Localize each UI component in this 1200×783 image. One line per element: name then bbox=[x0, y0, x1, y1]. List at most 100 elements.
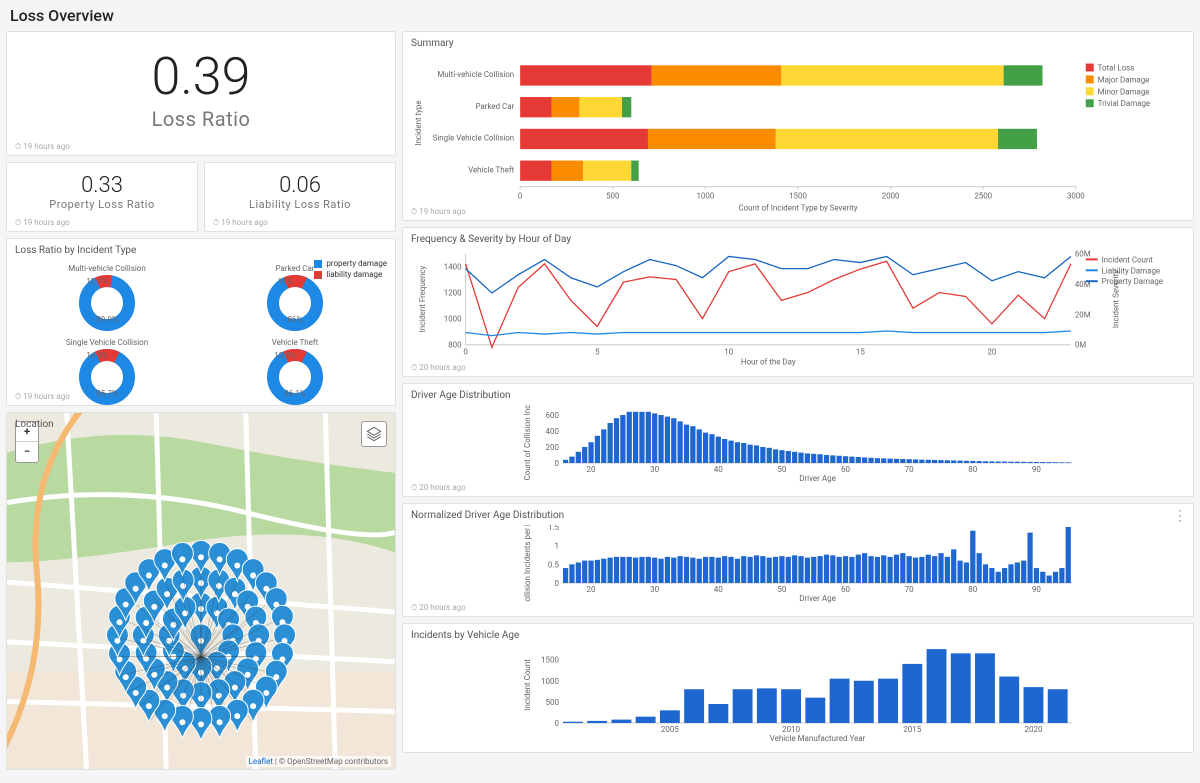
donut-legend: property damage liability damage bbox=[314, 259, 387, 281]
svg-text:86.1%: 86.1% bbox=[284, 389, 306, 398]
svg-text:10: 10 bbox=[724, 348, 733, 357]
timestamp: ⏱ 19 hours ago bbox=[15, 392, 70, 402]
svg-text:40: 40 bbox=[714, 465, 723, 474]
donut-vehicle-theft: Vehicle Theft13.9%86.1% bbox=[203, 338, 387, 408]
svg-text:2015: 2015 bbox=[903, 725, 921, 734]
svg-text:80: 80 bbox=[968, 465, 977, 474]
summary-chart-card: Summary Multi-vehicle Collision Parked Ca… bbox=[402, 31, 1194, 221]
svg-text:85.7%: 85.7% bbox=[96, 389, 118, 398]
svg-text:Driver Age: Driver Age bbox=[799, 594, 836, 603]
svg-text:70: 70 bbox=[905, 585, 914, 594]
norm-driver-age-card: Normalized Driver Age Distribution ⋮ 00.… bbox=[402, 503, 1194, 617]
svg-text:0: 0 bbox=[555, 579, 560, 588]
svg-text:30: 30 bbox=[650, 585, 659, 594]
location-card[interactable]: Location + − Leaflet | © OpenStreetMap c… bbox=[6, 412, 396, 770]
kpi-property-card: 0.33 Property Loss Ratio ⏱ 19 hours ago bbox=[6, 162, 198, 232]
svg-text:40: 40 bbox=[714, 585, 723, 594]
timestamp: ⏱ 19 hours ago bbox=[411, 207, 466, 217]
svg-text:70: 70 bbox=[905, 465, 914, 474]
vehicle-age-card: Incidents by Vehicle Age 0 500 1000 1500 200… bbox=[402, 623, 1194, 753]
svg-text:60: 60 bbox=[841, 585, 850, 594]
kpi-loss-ratio-label: Loss Ratio bbox=[7, 107, 395, 131]
svg-text:20: 20 bbox=[587, 465, 596, 474]
svg-text:Hour of the Day: Hour of the Day bbox=[741, 358, 796, 367]
svg-text:0: 0 bbox=[555, 719, 560, 728]
freq-sev-line-chart: 8001000120014000M20M40M60M05101520Hour o… bbox=[411, 249, 1185, 367]
driver-age-card: Driver Age Distribution 0200400600203040… bbox=[402, 383, 1194, 497]
svg-text:1000: 1000 bbox=[696, 191, 714, 200]
svg-text:1200: 1200 bbox=[444, 289, 462, 298]
vehicle-age-bar-chart: 0500100015002005201020152020Vehicle Manu… bbox=[411, 645, 1185, 743]
svg-text:Vehicle Theft: Vehicle Theft bbox=[468, 165, 514, 174]
svg-text:1000: 1000 bbox=[444, 315, 462, 324]
driver-age-bar-chart: 02004006002030405060708090Driver AgeCoun… bbox=[411, 405, 1185, 483]
map-attribution: Leaflet | © OpenStreetMap contributors bbox=[246, 756, 391, 767]
svg-text:20: 20 bbox=[587, 585, 596, 594]
svg-text:1500: 1500 bbox=[789, 191, 807, 200]
summary-stacked-bar-chart: Multi-vehicle Collision Parked Car Single … bbox=[411, 53, 1185, 213]
svg-text:200: 200 bbox=[546, 443, 560, 452]
timestamp: ⏱ 20 hours ago bbox=[411, 483, 466, 493]
map-background[interactable] bbox=[7, 413, 395, 769]
timestamp: ⏱ 20 hours ago bbox=[411, 363, 466, 373]
svg-text:Parked Car: Parked Car bbox=[476, 102, 515, 111]
card-title: Frequency & Severity by Hour of Day bbox=[411, 234, 1185, 245]
svg-text:14%: 14% bbox=[278, 277, 293, 286]
svg-text:2500: 2500 bbox=[974, 191, 992, 200]
svg-text:Incident Count: Incident Count bbox=[1102, 255, 1154, 264]
svg-text:60: 60 bbox=[841, 465, 850, 474]
svg-text:Incident Frequency: Incident Frequency bbox=[418, 266, 427, 333]
kpi-liability-label: Liability Loss Ratio bbox=[205, 198, 395, 211]
svg-text:80: 80 bbox=[968, 585, 977, 594]
svg-text:800: 800 bbox=[448, 341, 461, 350]
svg-text:ollision Incidents per Polic: ollision Incidents per Polic bbox=[523, 525, 532, 602]
svg-text:1.5: 1.5 bbox=[548, 525, 560, 532]
svg-text:2005: 2005 bbox=[661, 725, 679, 734]
svg-text:50: 50 bbox=[777, 585, 786, 594]
svg-text:Minor Damage: Minor Damage bbox=[1098, 87, 1150, 96]
svg-text:Property Damage: Property Damage bbox=[1102, 277, 1163, 286]
svg-text:500: 500 bbox=[546, 698, 560, 707]
svg-text:Incident type: Incident type bbox=[414, 100, 423, 145]
card-title: Location bbox=[15, 419, 387, 430]
card-title: Incidents by Vehicle Age bbox=[411, 630, 1185, 641]
card-menu-button[interactable]: ⋮ bbox=[1173, 508, 1187, 524]
norm-driver-age-bar-chart: 00.511.52030405060708090Driver Ageollisi… bbox=[411, 525, 1185, 603]
svg-text:15: 15 bbox=[856, 348, 865, 357]
svg-text:Trivial Damage: Trivial Damage bbox=[1098, 99, 1150, 108]
svg-text:1400: 1400 bbox=[444, 262, 462, 271]
timestamp: ⏱ 19 hours ago bbox=[15, 142, 70, 152]
page-title: Loss Overview bbox=[0, 0, 1200, 31]
svg-text:Count of Incident Type by Seve: Count of Incident Type by Severity bbox=[739, 203, 858, 212]
timestamp: ⏱ 20 hours ago bbox=[411, 603, 466, 613]
svg-text:14.3%: 14.3% bbox=[86, 351, 108, 360]
svg-text:30: 30 bbox=[650, 465, 659, 474]
kpi-property-label: Property Loss Ratio bbox=[7, 198, 197, 211]
svg-text:0.5: 0.5 bbox=[548, 560, 560, 569]
svg-text:Major Damage: Major Damage bbox=[1098, 75, 1150, 84]
kpi-liability-value: 0.06 bbox=[205, 173, 395, 198]
svg-text:10.1%: 10.1% bbox=[86, 277, 108, 286]
svg-text:89.9%: 89.9% bbox=[96, 315, 118, 324]
svg-text:400: 400 bbox=[546, 427, 560, 436]
svg-text:Single Vehicle Collision: Single Vehicle Collision bbox=[433, 134, 515, 143]
zoom-out-button[interactable]: − bbox=[16, 442, 38, 462]
kpi-liability-card: 0.06 Liability Loss Ratio ⏱ 19 hours ago bbox=[204, 162, 396, 232]
svg-text:1500: 1500 bbox=[541, 656, 559, 665]
svg-text:2020: 2020 bbox=[1024, 725, 1042, 734]
svg-text:5: 5 bbox=[595, 348, 600, 357]
svg-text:50: 50 bbox=[777, 465, 786, 474]
svg-text:500: 500 bbox=[606, 191, 619, 200]
svg-text:2010: 2010 bbox=[782, 725, 800, 734]
svg-text:90: 90 bbox=[1032, 585, 1041, 594]
svg-text:1000: 1000 bbox=[541, 677, 559, 686]
svg-text:86%: 86% bbox=[288, 315, 303, 324]
freq-sev-card: Frequency & Severity by Hour of Day 800 1… bbox=[402, 227, 1194, 377]
svg-text:2000: 2000 bbox=[882, 191, 900, 200]
svg-text:Multi-vehicle Collision: Multi-vehicle Collision bbox=[437, 70, 514, 79]
loss-ratio-by-type-card: Loss Ratio by Incident Type Multi-vehicl… bbox=[6, 238, 396, 406]
card-title: Summary bbox=[411, 38, 1185, 49]
card-title: Driver Age Distribution bbox=[411, 390, 1185, 401]
kpi-loss-ratio-value: 0.39 bbox=[7, 46, 395, 107]
svg-text:0: 0 bbox=[518, 191, 522, 200]
